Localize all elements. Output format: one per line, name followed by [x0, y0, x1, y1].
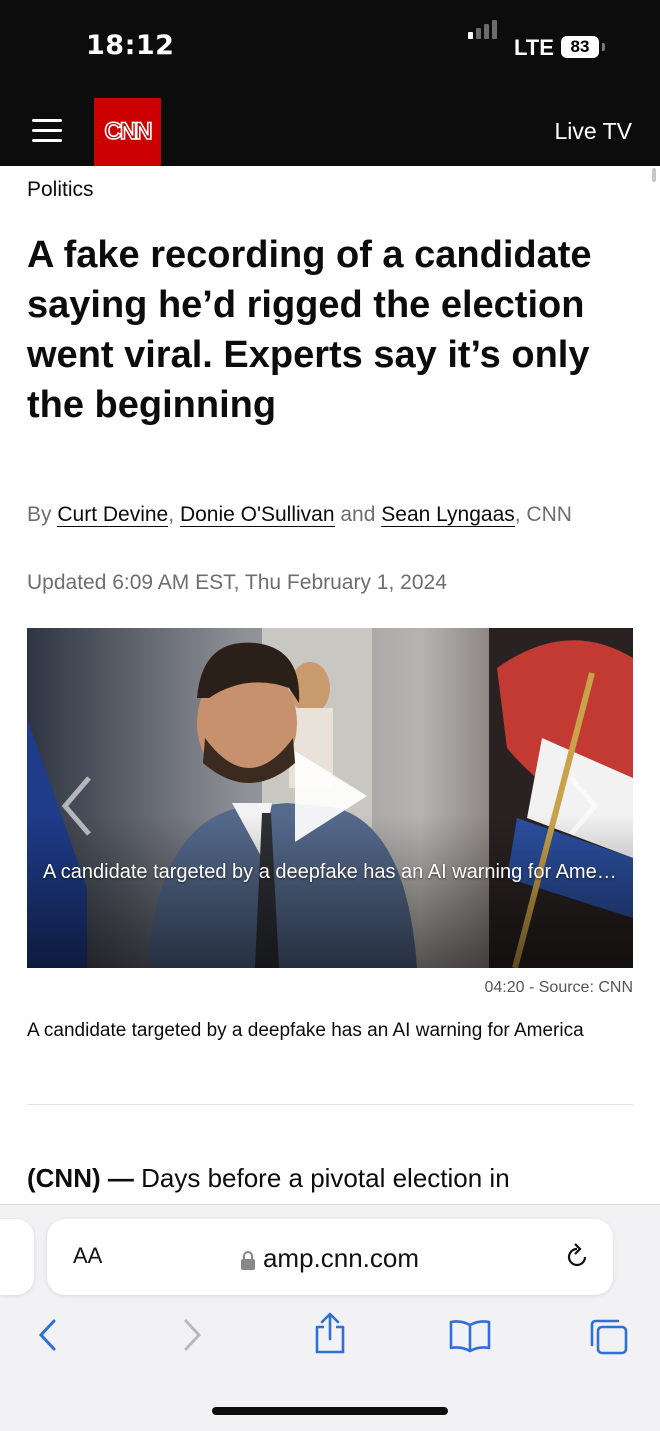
reload-icon[interactable] — [563, 1243, 591, 1271]
section-label[interactable]: Politics — [27, 178, 94, 202]
status-time: 18:12 — [86, 30, 175, 61]
video-caption: A candidate targeted by a deepfake has a… — [27, 1020, 584, 1041]
video-thumbnail — [27, 628, 633, 968]
author-link[interactable]: Donie O'Sullivan — [179, 503, 335, 527]
scroll-indicator — [652, 168, 656, 182]
dateline: (CNN) — — [27, 1163, 134, 1193]
back-icon[interactable] — [36, 1317, 60, 1353]
site-header: CNN Live TV — [0, 98, 660, 166]
battery-icon: 83 — [561, 36, 599, 58]
home-indicator[interactable] — [212, 1407, 448, 1415]
network-type: LTE — [514, 35, 554, 60]
byline: By Curt Devine, Donie O'Sullivan and Sea… — [27, 498, 633, 531]
address-bar[interactable]: AA amp.cnn.com — [47, 1219, 613, 1295]
cnn-logo[interactable]: CNN — [94, 98, 161, 166]
byline-prefix: By — [27, 503, 52, 526]
cnn-logo-icon: CNN — [104, 117, 154, 146]
byline-suffix: , CNN — [514, 503, 572, 526]
hamburger-menu-icon[interactable] — [32, 116, 62, 146]
video-overlay-title: A candidate targeted by a deepfake has a… — [43, 861, 623, 883]
article-headline: A fake recording of a candidate saying h… — [27, 234, 592, 426]
share-icon[interactable] — [313, 1311, 347, 1355]
battery-tip — [602, 43, 605, 51]
url-display[interactable]: amp.cnn.com — [47, 1243, 613, 1274]
divider — [27, 1104, 633, 1105]
lede-text: Days before a pivotal election in — [141, 1163, 510, 1193]
previous-tab-peek[interactable] — [0, 1219, 34, 1295]
author-link[interactable]: Curt Devine — [57, 503, 169, 527]
author-link[interactable]: Sean Lyngaas — [381, 503, 515, 527]
bookmarks-icon[interactable] — [449, 1317, 491, 1353]
article-lede: (CNN) — Days before a pivotal election i… — [27, 1163, 510, 1194]
byline-and: and — [340, 503, 376, 526]
browser-toolbar: AA amp.cnn.com — [0, 1204, 660, 1431]
status-bar: 18:12 LTE 83 — [0, 0, 660, 98]
url-text: amp.cnn.com — [262, 1243, 420, 1273]
svg-text:CNN: CNN — [105, 118, 152, 145]
live-tv-link[interactable]: Live TV — [554, 118, 632, 145]
video-duration-source: 04:20 - Source: CNN — [484, 979, 633, 996]
lock-icon — [240, 1251, 255, 1271]
video-player[interactable]: A candidate targeted by a deepfake has a… — [27, 628, 633, 968]
tabs-icon[interactable] — [588, 1317, 630, 1357]
forward-icon[interactable] — [180, 1317, 204, 1353]
updated-timestamp: Updated 6:09 AM EST, Thu February 1, 202… — [27, 571, 447, 594]
byline-comma: , — [168, 503, 175, 526]
